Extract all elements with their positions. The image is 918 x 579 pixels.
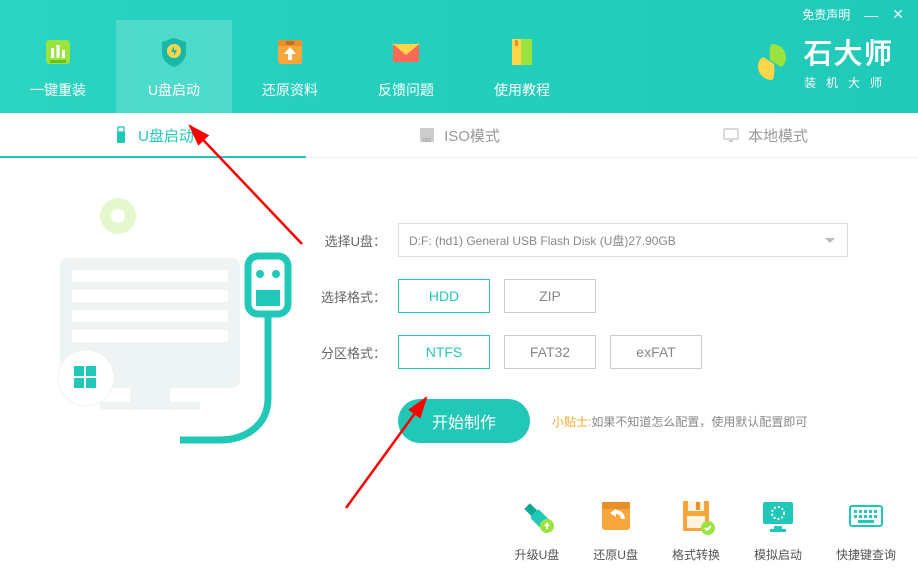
mail-icon <box>388 34 424 70</box>
svg-text:ISO: ISO <box>423 138 432 144</box>
disclaimer-link[interactable]: 免责声明 <box>802 6 850 23</box>
book-icon <box>504 34 540 70</box>
shield-icon <box>156 34 192 70</box>
illustration <box>30 178 300 478</box>
partition-label: 分区格式： <box>320 343 386 362</box>
action-label: 快捷键查询 <box>836 546 896 563</box>
nav-usb-boot[interactable]: U盘启动 <box>116 20 232 113</box>
config-form: 选择U盘： D:F: (hd1) General USB Flash Disk … <box>320 223 880 443</box>
nav-tutorial[interactable]: 使用教程 <box>464 20 580 113</box>
nav-restore[interactable]: 还原资料 <box>232 20 348 113</box>
subtab-label: 本地模式 <box>748 125 808 146</box>
nav-label: 还原资料 <box>262 80 318 100</box>
subtabs: U盘启动 ISO ISO模式 本地模式 <box>0 113 918 158</box>
minimize-icon[interactable]: — <box>864 7 878 23</box>
action-label: 升级U盘 <box>515 546 560 563</box>
floppy-icon <box>676 496 716 536</box>
action-label: 还原U盘 <box>593 546 638 563</box>
subtab-label: ISO模式 <box>444 125 500 146</box>
nav-label: 使用教程 <box>494 80 550 100</box>
subtab-local[interactable]: 本地模式 <box>612 113 918 157</box>
subtab-label: U盘启动 <box>138 125 194 146</box>
main-nav: 一键重装 U盘启动 还原资料 反馈问题 使用教程 <box>0 0 580 113</box>
titlebar: 免责声明 — ✕ <box>788 0 918 29</box>
partition-opt-ntfs[interactable]: NTFS <box>398 335 490 369</box>
action-restore-usb[interactable]: 还原U盘 <box>593 496 638 563</box>
nav-feedback[interactable]: 反馈问题 <box>348 20 464 113</box>
usb-select[interactable]: D:F: (hd1) General USB Flash Disk (U盘)27… <box>398 223 848 257</box>
brand-logo-icon <box>750 40 794 84</box>
format-opt-zip[interactable]: ZIP <box>504 279 596 313</box>
nav-label: U盘启动 <box>148 80 200 100</box>
start-button[interactable]: 开始制作 <box>398 399 530 443</box>
monitor-icon <box>722 126 740 144</box>
restore-icon <box>596 496 636 536</box>
usb-icon <box>112 126 130 144</box>
usb-upgrade-icon <box>517 496 557 536</box>
partition-opt-exfat[interactable]: exFAT <box>610 335 702 369</box>
monitor-boot-icon <box>758 496 798 536</box>
iso-icon: ISO <box>418 126 436 144</box>
action-format-convert[interactable]: 格式转换 <box>672 496 720 563</box>
tip-label: 小贴士: <box>552 415 591 429</box>
usb-label: 选择U盘： <box>320 231 386 250</box>
action-label: 模拟启动 <box>754 546 802 563</box>
action-upgrade-usb[interactable]: 升级U盘 <box>515 496 560 563</box>
nav-reinstall[interactable]: 一键重装 <box>0 20 116 113</box>
brand-subtitle: 装机大师 <box>804 74 894 91</box>
chart-icon <box>40 34 76 70</box>
app-header: 免责声明 — ✕ 一键重装 U盘启动 还原资料 反馈问题 <box>0 0 918 113</box>
format-opt-hdd[interactable]: HDD <box>398 279 490 313</box>
upload-box-icon <box>272 34 308 70</box>
usb-select-value: D:F: (hd1) General USB Flash Disk (U盘)27… <box>409 232 676 249</box>
keyboard-icon <box>846 496 886 536</box>
format-label: 选择格式： <box>320 287 386 306</box>
subtab-iso[interactable]: ISO ISO模式 <box>306 113 612 157</box>
tip-text: 小贴士:如果不知道怎么配置，使用默认配置即可 <box>552 413 807 430</box>
action-simulate-boot[interactable]: 模拟启动 <box>754 496 802 563</box>
subtab-usb[interactable]: U盘启动 <box>0 113 306 157</box>
close-icon[interactable]: ✕ <box>892 6 904 23</box>
bottom-actions: 升级U盘 还原U盘 格式转换 模拟启动 快捷键查询 <box>515 496 896 563</box>
partition-opt-fat32[interactable]: FAT32 <box>504 335 596 369</box>
main-content: 选择U盘： D:F: (hd1) General USB Flash Disk … <box>0 158 918 579</box>
nav-label: 反馈问题 <box>378 80 434 100</box>
nav-label: 一键重装 <box>30 80 86 100</box>
action-hotkey[interactable]: 快捷键查询 <box>836 496 896 563</box>
action-label: 格式转换 <box>672 546 720 563</box>
brand-title: 石大师 <box>804 32 894 72</box>
